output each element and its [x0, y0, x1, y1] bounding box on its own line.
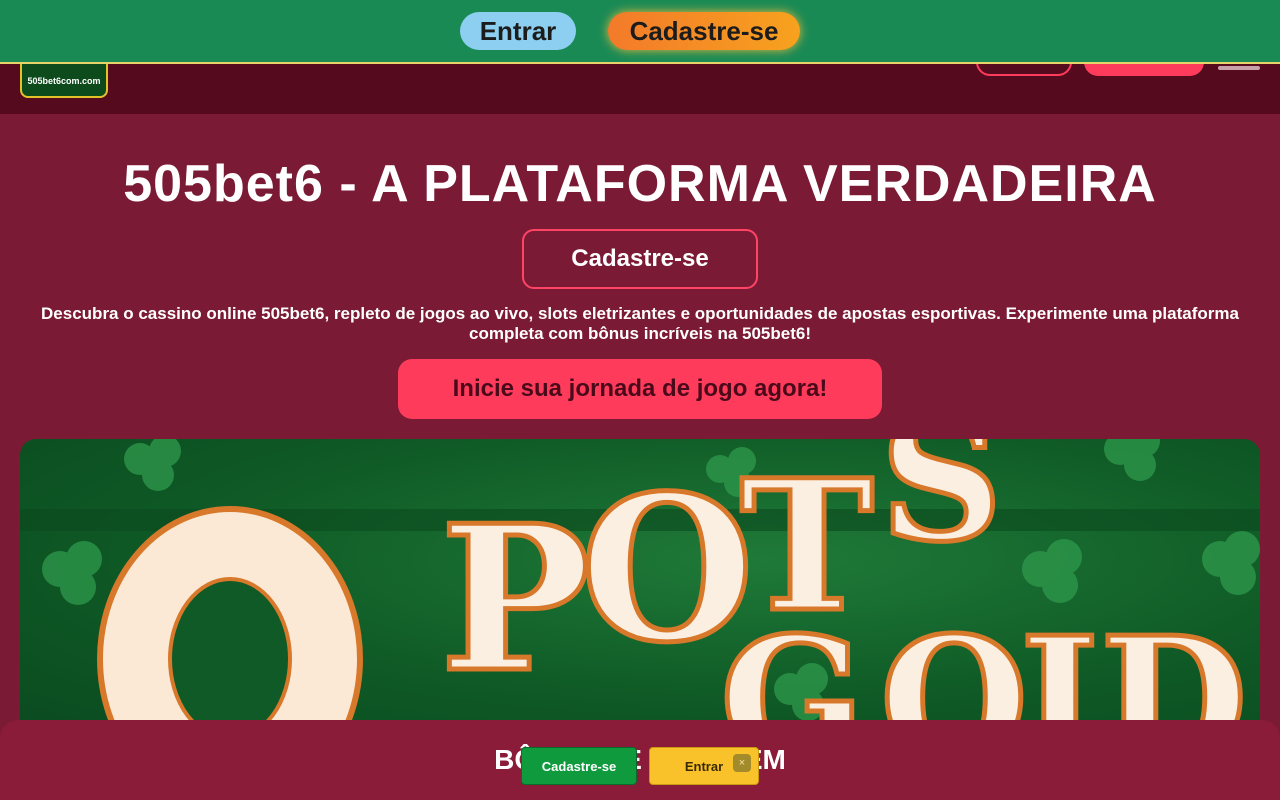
bonus-text: BÔNUS DE ... + 75 EM — [494, 744, 786, 775]
svg-text:D: D — [1100, 600, 1247, 739]
menu-icon[interactable] — [1218, 66, 1260, 70]
svg-text:S: S — [880, 439, 1003, 580]
svg-text:G: G — [720, 600, 865, 739]
floating-register-button[interactable]: Cadastre-se — [521, 747, 637, 785]
banner-artwork: P O T S G O L D — [20, 439, 1260, 739]
logo-text: 505bet6com.com — [27, 76, 101, 86]
top-action-bar: Entrar Cadastre-se — [0, 0, 1280, 64]
hero-register-button[interactable]: Cadastre-se — [522, 229, 758, 289]
top-login-button[interactable]: Entrar — [460, 12, 576, 50]
page-title: 505bet6 - A PLATAFORMA VERDADEIRA — [123, 155, 1157, 213]
game-banner-image[interactable]: P O T S G O L D — [20, 439, 1260, 739]
top-register-button[interactable]: Cadastre-se — [608, 12, 800, 50]
close-icon[interactable]: × — [733, 754, 751, 772]
start-journey-button[interactable]: Inicie sua jornada de jogo agora! — [398, 359, 882, 419]
hero-description: Descubra o cassino online 505bet6, reple… — [41, 304, 1239, 343]
svg-text:O: O — [880, 600, 1028, 739]
svg-text:P: P — [440, 482, 590, 717]
